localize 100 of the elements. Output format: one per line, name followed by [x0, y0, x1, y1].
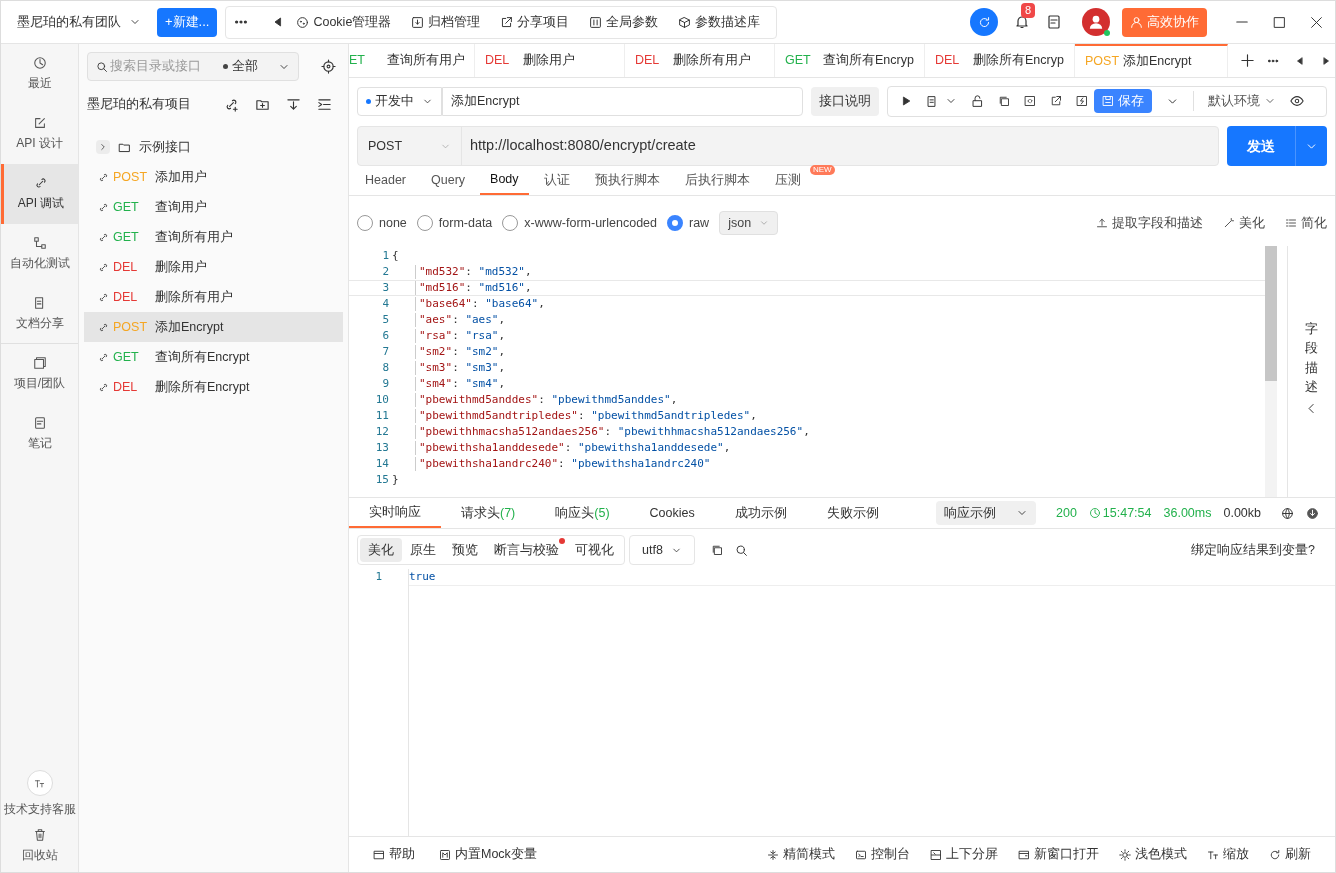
view-tab[interactable]: 预览 [444, 538, 486, 562]
team-select[interactable]: 墨尼珀的私有团队 [1, 0, 157, 44]
outdent-icon[interactable] [317, 96, 332, 112]
param-tab[interactable]: Query [421, 166, 476, 195]
body-type-radio[interactable]: x-www-form-urlencoded [502, 213, 657, 233]
footer-button[interactable]: 缩放 [1207, 845, 1249, 864]
param-tab[interactable]: Header [355, 166, 416, 195]
env-status-select[interactable]: 开发中 [357, 86, 442, 116]
doc-button[interactable]: 接口说明 [811, 86, 879, 116]
name-field[interactable]: 添加Encrypt [442, 86, 803, 116]
lock-icon[interactable] [971, 94, 984, 108]
endpoint-row[interactable]: GET 查询用户 [84, 192, 343, 222]
sync-icon[interactable] [970, 8, 998, 36]
endpoint-row[interactable]: POST 添加用户 [84, 162, 343, 192]
nav-item[interactable]: API 设计 [1, 104, 78, 164]
add-tab-icon[interactable] [1240, 53, 1255, 68]
download-icon[interactable] [1306, 506, 1319, 520]
method-select[interactable]: POST [358, 127, 462, 165]
nav-item[interactable]: 最近 [1, 44, 78, 104]
param-tab[interactable]: Body [480, 166, 529, 195]
expand-toggle[interactable] [96, 140, 110, 154]
endpoint-row[interactable]: DEL 删除所有Encrypt [84, 372, 343, 402]
run-icon[interactable] [900, 95, 912, 107]
view-tab[interactable]: 可视化 [567, 538, 622, 562]
nav-item[interactable]: 自动化测试 [1, 224, 78, 284]
download-icon[interactable] [286, 96, 301, 112]
request-tab[interactable]: DEL 删除所有用户 [625, 44, 775, 77]
locate-icon[interactable] [321, 59, 336, 74]
save-button[interactable]: 保存 [1094, 89, 1152, 113]
footer-button[interactable]: 内置Mock变量 [439, 845, 537, 864]
view-tab[interactable]: 原生 [402, 538, 444, 562]
view-tab[interactable]: 断言与校验 [486, 538, 567, 562]
avatar[interactable] [1082, 8, 1110, 36]
response-tab[interactable]: Cookies [629, 498, 715, 528]
eye-icon[interactable] [1290, 94, 1304, 108]
search-field[interactable]: 搜索目录或接口 全部 [87, 52, 299, 81]
toolbar-button[interactable]: 分享项目 [492, 7, 578, 37]
body-action[interactable]: 美化 [1223, 213, 1265, 233]
new-button[interactable]: +新建... [157, 7, 218, 37]
search-icon[interactable] [734, 543, 748, 557]
body-type-radio[interactable]: form-data [416, 213, 493, 233]
scrollbar-thumb[interactable] [1265, 246, 1277, 381]
request-tab[interactable]: POST 添加Encrypt [1075, 44, 1228, 77]
globe-icon[interactable] [1281, 506, 1294, 520]
request-tab[interactable]: GET 查询所有Encryp [775, 44, 925, 77]
copy-icon[interactable] [998, 95, 1010, 107]
bind-variable-link[interactable]: 绑定响应结果到变量? [1191, 540, 1327, 560]
share-icon[interactable] [1050, 95, 1062, 107]
environment-select[interactable]: 默认环境 [1208, 91, 1276, 111]
scroll-right-icon[interactable] [1321, 55, 1331, 66]
request-tab[interactable]: DEL 删除所有Encryp [925, 44, 1075, 77]
format-select[interactable]: json [719, 211, 779, 235]
document-icon[interactable] [926, 94, 939, 108]
toolbar-button[interactable]: 参数描述库 [670, 7, 769, 37]
response-tab[interactable]: 实时响应 [349, 498, 441, 528]
bell-icon[interactable] [1014, 14, 1030, 30]
scroll-left-icon[interactable] [1295, 55, 1305, 66]
code-icon[interactable] [1024, 95, 1036, 107]
bolt-icon[interactable] [1076, 95, 1088, 107]
nav-item[interactable]: 技术支持客服 [1, 768, 78, 820]
request-tab[interactable]: DEL 删除用户 [475, 44, 625, 77]
body-action[interactable]: 提取字段和描述 [1096, 213, 1203, 233]
param-tab[interactable]: 压测 [764, 166, 811, 195]
nav-item[interactable]: 文档分享 [1, 284, 78, 344]
response-tab[interactable]: 响应头(5) [535, 498, 630, 528]
nav-item[interactable]: 项目/团队 [1, 344, 78, 404]
response-tab[interactable]: 请求头(7) [441, 498, 536, 528]
footer-button[interactable]: 精简模式 [767, 845, 835, 864]
field-description-panel[interactable]: 字段描述 [1287, 246, 1335, 497]
footer-button[interactable]: 刷新 [1269, 845, 1311, 864]
endpoint-row[interactable]: DEL 删除所有用户 [84, 282, 343, 312]
footer-button[interactable]: 新窗口打开 [1018, 845, 1099, 864]
footer-button[interactable]: 控制台 [855, 845, 910, 864]
nav-item[interactable]: API 调试 [1, 164, 78, 224]
endpoint-row[interactable]: GET 查询所有Encrypt [84, 342, 343, 372]
copy-icon[interactable] [710, 544, 723, 556]
url-field[interactable]: POST http://localhost:8080/encrypt/create [357, 126, 1219, 166]
endpoint-row[interactable]: POST 添加Encrypt [84, 312, 343, 342]
footer-button[interactable]: 浅色模式 [1119, 845, 1187, 864]
toolbar-button[interactable]: Cookie管理器 [288, 7, 400, 37]
footer-button[interactable]: 上下分屏 [930, 845, 998, 864]
folder-item[interactable]: 示例接口 [84, 132, 343, 162]
body-type-radio[interactable]: none [357, 213, 407, 233]
nav-item[interactable]: 回收站 [1, 820, 78, 872]
param-tab[interactable]: 后执行脚本 [674, 166, 760, 195]
search-input[interactable]: 搜索目录或接口 [110, 57, 223, 76]
toolbar-button[interactable]: 全局参数 [581, 7, 667, 37]
response-tab[interactable]: 成功示例 [714, 498, 807, 528]
notes-icon[interactable] [1046, 14, 1062, 30]
toolbar-button[interactable]: 归档管理 [403, 7, 489, 37]
param-tab[interactable]: 认证 [533, 166, 580, 195]
view-tab[interactable]: 美化 [360, 538, 402, 562]
example-select[interactable]: 响应示例 [936, 501, 1036, 525]
response-tab[interactable]: 失败示例 [806, 498, 899, 528]
param-tab[interactable]: 预执行脚本 [584, 166, 670, 195]
body-action[interactable]: 简化 [1285, 213, 1327, 233]
encoding-select[interactable]: utf8 [629, 535, 695, 565]
endpoint-row[interactable]: GET 查询所有用户 [84, 222, 343, 252]
add-link-icon[interactable] [224, 96, 239, 112]
endpoint-row[interactable]: DEL 删除用户 [84, 252, 343, 282]
